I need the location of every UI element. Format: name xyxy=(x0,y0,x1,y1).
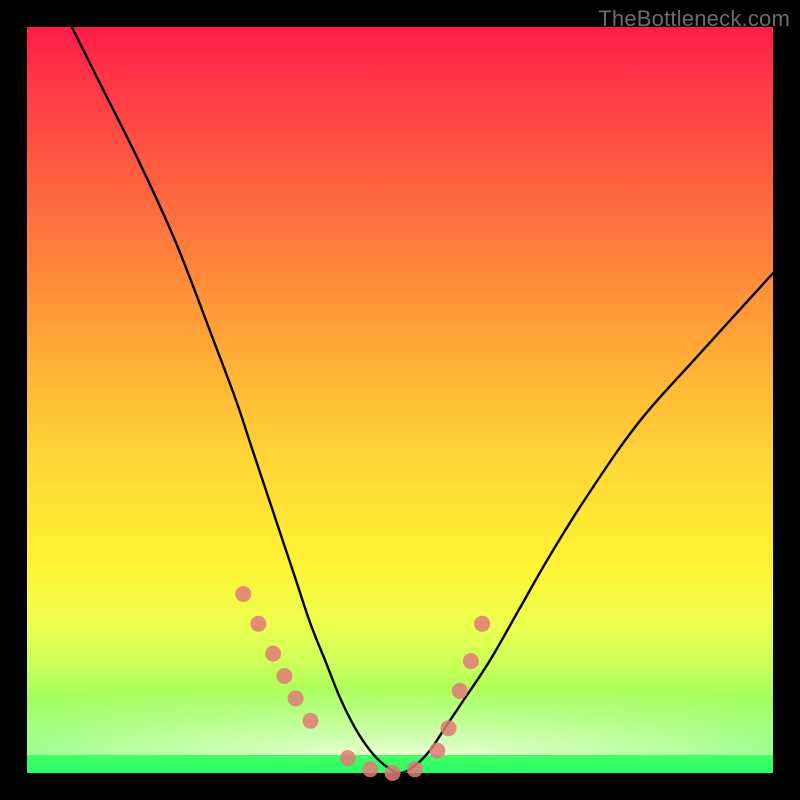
marker-dot xyxy=(276,668,292,684)
marker-dot xyxy=(385,765,401,781)
marker-dot xyxy=(340,750,356,766)
plot-area xyxy=(27,27,773,773)
marker-dot xyxy=(362,761,378,777)
marker-dot xyxy=(452,683,468,699)
bottleneck-curve xyxy=(72,27,773,773)
highlight-markers xyxy=(235,586,490,781)
marker-dot xyxy=(250,616,266,632)
marker-dot xyxy=(429,743,445,759)
marker-dot xyxy=(288,690,304,706)
marker-dot xyxy=(303,713,319,729)
chart-frame: TheBottleneck.com xyxy=(0,0,800,800)
marker-dot xyxy=(235,586,251,602)
marker-dot xyxy=(265,646,281,662)
marker-dot xyxy=(474,616,490,632)
marker-dot xyxy=(441,720,457,736)
marker-dot xyxy=(407,761,423,777)
marker-dot xyxy=(463,653,479,669)
curve-svg xyxy=(27,27,773,773)
